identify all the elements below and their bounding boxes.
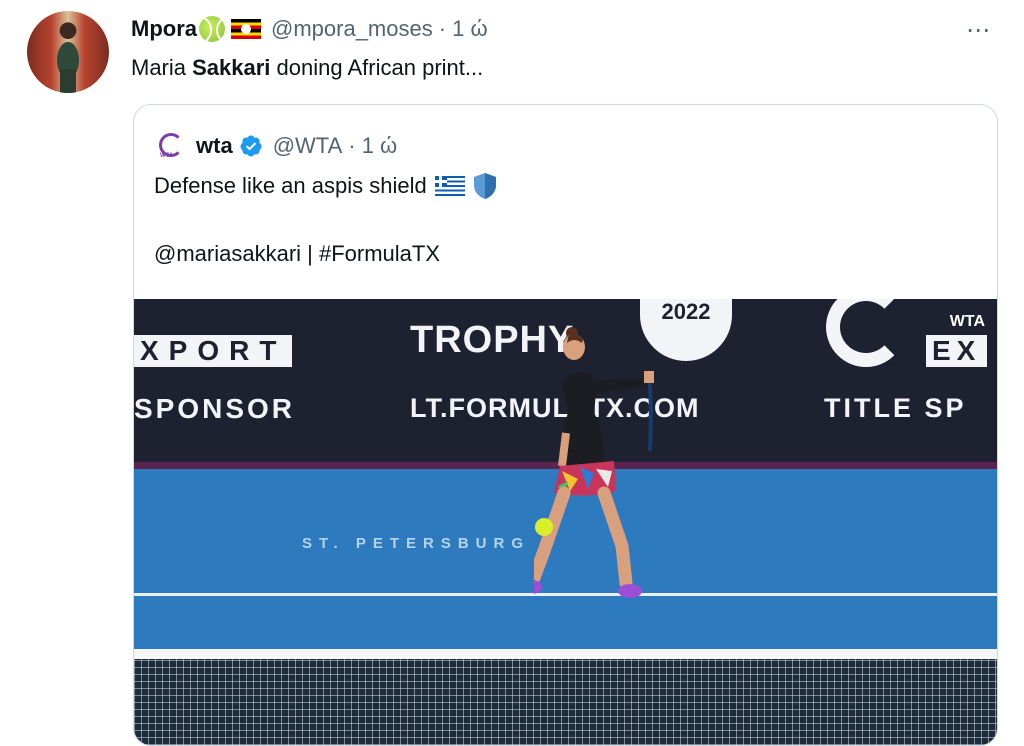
shield-icon: [473, 173, 496, 199]
quoted-tweet[interactable]: WTA wta @WTA · 1 ώ Defense like an aspis…: [133, 104, 998, 746]
ad-export-left: XPORT: [134, 335, 293, 367]
uganda-flag-icon: [231, 19, 261, 39]
quoted-tweet-time[interactable]: · 1 ώ: [348, 133, 397, 159]
ad-sponsor: SPONSOR: [134, 393, 296, 424]
quoted-author-name[interactable]: wta: [196, 133, 233, 159]
net-tape: [134, 649, 997, 659]
more-options-icon[interactable]: ⋯: [966, 16, 990, 45]
wta-watermark: WTA: [949, 313, 985, 330]
ad-ex: EX: [926, 335, 988, 367]
author-handle[interactable]: @mpora_moses: [271, 16, 433, 42]
quoted-tweet-mentions[interactable]: @mariasakkari | #FormulaTX: [154, 241, 440, 267]
greece-flag-icon: [434, 176, 465, 196]
wta-logo-icon: WTA: [154, 131, 184, 161]
verified-badge-icon: [240, 135, 262, 157]
sponsor-g-logo: [826, 299, 906, 367]
tennis-net: [134, 659, 997, 745]
quoted-tweet-header: WTA wta @WTA · 1 ώ: [154, 131, 397, 161]
tweet-header: Mpora @mpora_moses · 1 ώ: [131, 14, 488, 44]
tweet-time[interactable]: · 1 ώ: [439, 16, 488, 42]
author-name[interactable]: Mpora: [131, 16, 197, 42]
quoted-author-handle[interactable]: @WTA: [273, 133, 343, 159]
author-avatar[interactable]: [27, 11, 109, 93]
tennis-ball-icon: [199, 16, 225, 42]
tweet-text: Maria Sakkari doning African print...: [131, 55, 484, 80]
player-figure: [534, 327, 654, 598]
tweet-video[interactable]: XPORT SPONSOR TROPHY 2022 LT.FORMULATX.C…: [134, 299, 997, 745]
ad-title-sponsor: TITLE SP: [824, 393, 967, 423]
quoted-tweet-text: Defense like an aspis shield: [154, 172, 497, 200]
court-text: ST. PETERSBURG: [302, 535, 531, 552]
